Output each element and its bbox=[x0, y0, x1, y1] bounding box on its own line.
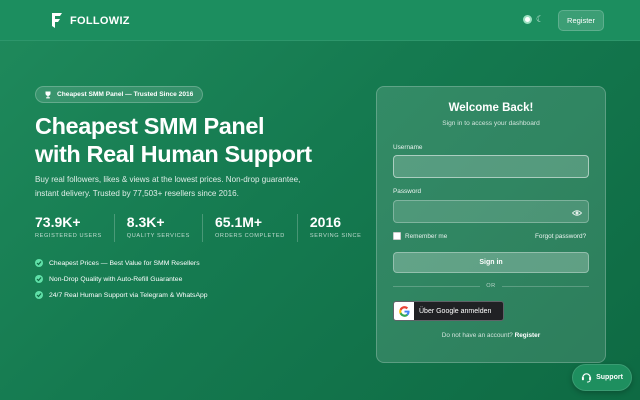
stat-label: SERVING SINCE bbox=[309, 233, 362, 239]
remember-checkbox[interactable] bbox=[393, 232, 401, 240]
stat-services: 8.3K+ QUALITY SERVICES bbox=[127, 214, 203, 242]
header-register-button[interactable]: Register bbox=[558, 10, 604, 31]
check-circle-icon bbox=[35, 259, 43, 267]
google-g-icon bbox=[394, 302, 414, 320]
password-input[interactable] bbox=[393, 200, 589, 223]
feature-text: Non-Drop Quality with Auto-Refill Guaran… bbox=[49, 275, 183, 283]
feature-text: Cheapest Prices — Best Value for SMM Res… bbox=[49, 259, 200, 267]
top-navbar: FOLLOWIZ ☾ Register bbox=[0, 0, 640, 41]
trophy-icon bbox=[45, 91, 51, 98]
feature-text: 24/7 Real Human Support via Telegram & W… bbox=[49, 291, 208, 299]
stat-orders: 65.1M+ ORDERS COMPLETED bbox=[215, 214, 298, 242]
username-input[interactable] bbox=[393, 155, 589, 178]
chat-support-icon bbox=[581, 373, 592, 383]
sign-in-button[interactable]: Sign in bbox=[393, 252, 589, 273]
stat-value: 73.9K+ bbox=[35, 214, 81, 230]
support-button[interactable]: Support bbox=[572, 364, 632, 391]
stat-label: REGISTERED USERS bbox=[35, 233, 102, 239]
login-subtitle: Sign in to access your dashboard bbox=[442, 120, 540, 127]
stat-value: 2016 bbox=[309, 214, 342, 230]
no-account-row: Do not have an account? Register bbox=[377, 332, 605, 339]
feature-item: 24/7 Real Human Support via Telegram & W… bbox=[35, 287, 208, 303]
divider-line bbox=[501, 285, 589, 287]
no-account-text: Do not have an account? bbox=[441, 332, 513, 339]
login-card: Welcome Back! Sign in to access your das… bbox=[376, 86, 606, 363]
check-circle-icon bbox=[35, 275, 43, 283]
trusted-badge: Cheapest SMM Panel — Trusted Since 2016 bbox=[35, 86, 204, 103]
password-label: Password bbox=[393, 188, 422, 195]
badge-text: Cheapest SMM Panel — Trusted Since 2016 bbox=[57, 91, 194, 98]
hero-title: Cheapest SMM Panel with Real Human Suppo… bbox=[35, 112, 355, 168]
feature-item: Cheapest Prices — Best Value for SMM Res… bbox=[35, 255, 208, 271]
feature-item: Non-Drop Quality with Auto-Refill Guaran… bbox=[35, 271, 208, 287]
forgot-password-link[interactable]: Forgot password? bbox=[535, 233, 586, 240]
remember-label: Remember me bbox=[405, 232, 448, 240]
followiz-logo-icon bbox=[52, 13, 62, 28]
moon-icon: ☾ bbox=[536, 14, 545, 24]
or-divider: OR bbox=[393, 283, 589, 289]
stat-value: 65.1M+ bbox=[214, 214, 263, 230]
toggle-knob bbox=[523, 15, 532, 24]
hero-title-line1: Cheapest SMM Panel bbox=[35, 113, 265, 139]
brand-name: FOLLOWIZ bbox=[70, 14, 130, 27]
or-label: OR bbox=[486, 283, 496, 289]
hero-description: Buy real followers, likes & views at the… bbox=[35, 175, 301, 198]
support-label: Support bbox=[596, 374, 623, 381]
feature-list: Cheapest Prices — Best Value for SMM Res… bbox=[35, 255, 208, 303]
register-link[interactable]: Register bbox=[515, 332, 541, 339]
brand-logo[interactable]: FOLLOWIZ bbox=[50, 12, 130, 29]
stat-label: ORDERS COMPLETED bbox=[214, 233, 285, 239]
stats-row: 73.9K+ REGISTERED USERS 8.3K+ QUALITY SE… bbox=[35, 214, 385, 242]
stat-since: 2016 SERVING SINCE bbox=[310, 214, 374, 242]
stat-value: 8.3K+ bbox=[126, 214, 165, 230]
username-label: Username bbox=[393, 144, 423, 151]
stat-label: QUALITY SERVICES bbox=[126, 233, 190, 239]
google-sign-in-button[interactable]: Über Google anmelden bbox=[393, 301, 504, 321]
hero-title-line2: with Real Human Support bbox=[35, 141, 312, 167]
google-button-label: Über Google anmelden bbox=[419, 307, 492, 315]
remember-me[interactable]: Remember me bbox=[393, 232, 447, 240]
check-circle-icon bbox=[35, 291, 43, 299]
login-title: Welcome Back! bbox=[448, 102, 534, 114]
eye-icon[interactable] bbox=[572, 208, 582, 218]
stat-users: 73.9K+ REGISTERED USERS bbox=[35, 214, 115, 242]
theme-toggle[interactable]: ☾ bbox=[523, 15, 544, 24]
divider-line bbox=[393, 285, 481, 287]
